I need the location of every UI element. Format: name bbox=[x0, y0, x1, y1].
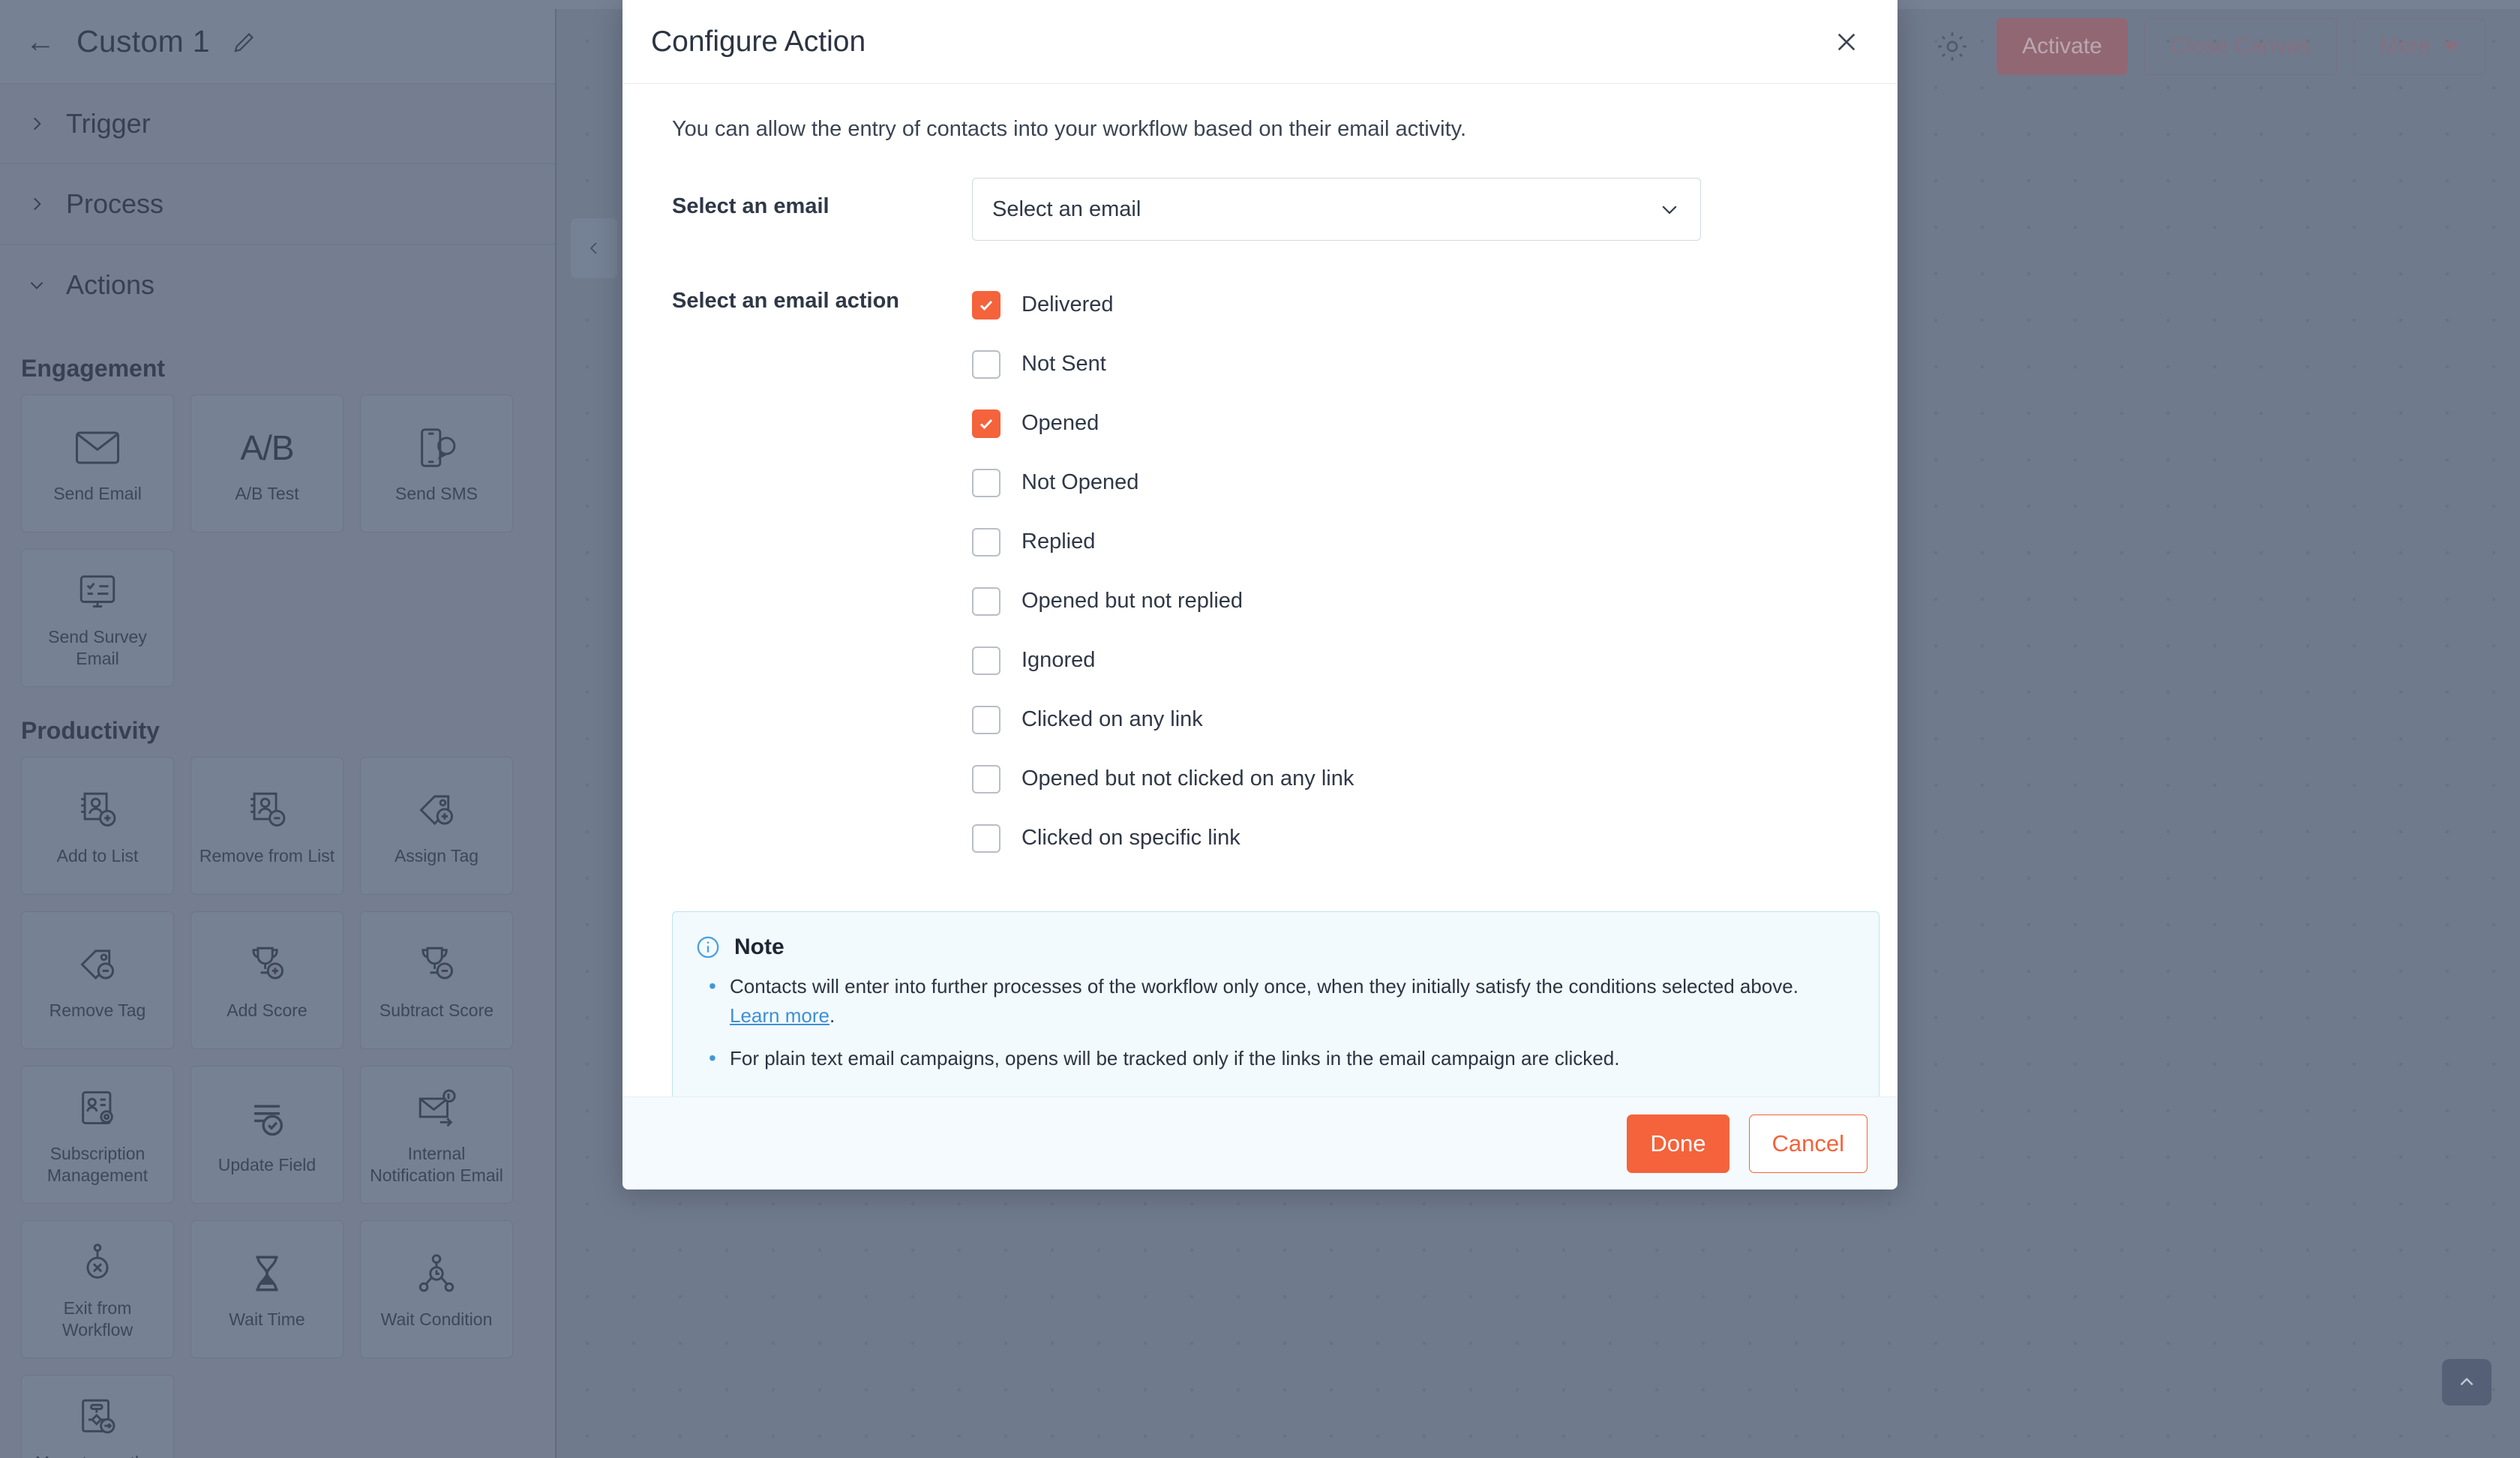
checkbox-ignored[interactable] bbox=[972, 646, 1000, 675]
checkbox-row-opened-but-not-clicked-on-any-link[interactable]: Opened but not clicked on any link bbox=[972, 749, 1354, 808]
note-bullet-1-text: Contacts will enter into further process… bbox=[730, 975, 1798, 998]
note-title: Note bbox=[734, 934, 784, 959]
note-bullet-list: Contacts will enter into further process… bbox=[695, 970, 1852, 1074]
note-bullet-1: Contacts will enter into further process… bbox=[709, 970, 1852, 1030]
modal-header: Configure Action bbox=[622, 0, 1898, 84]
modal-intro-text: You can allow the entry of contacts into… bbox=[672, 117, 1467, 141]
done-button[interactable]: Done bbox=[1627, 1114, 1730, 1173]
checkbox-replied[interactable] bbox=[972, 527, 1000, 556]
modal-body: You can allow the entry of contacts into… bbox=[622, 84, 1898, 1096]
configure-action-modal: Configure Action You can allow the entry… bbox=[622, 0, 1898, 1190]
info-icon bbox=[695, 934, 721, 960]
checkbox-label: Opened bbox=[1022, 411, 1100, 435]
checkbox-not-sent[interactable] bbox=[972, 350, 1000, 379]
checkbox-clicked-on-any-link[interactable] bbox=[972, 705, 1000, 734]
select-email-action-row: Select an email action Delivered Not Sen… bbox=[651, 275, 1869, 868]
checkbox-label: Not Opened bbox=[1022, 470, 1139, 494]
checkbox-row-replied[interactable]: Replied bbox=[972, 512, 1354, 572]
note-header: Note bbox=[695, 934, 1852, 960]
note-bullet-2: For plain text email campaigns, opens wi… bbox=[709, 1042, 1852, 1074]
checkbox-opened-but-not-replied[interactable] bbox=[972, 586, 1000, 616]
checkbox-row-ignored[interactable]: Ignored bbox=[972, 631, 1354, 690]
checkbox-row-not-sent[interactable]: Not Sent bbox=[972, 334, 1354, 394]
note-panel: Note Contacts will enter into further pr… bbox=[672, 911, 1880, 1096]
checkbox-label: Replied bbox=[1022, 530, 1096, 554]
checkbox-label: Clicked on any link bbox=[1022, 707, 1203, 731]
checkbox-label: Not Sent bbox=[1022, 352, 1106, 376]
select-email-value: Select an email bbox=[992, 196, 1142, 221]
checkbox-row-clicked-on-any-link[interactable]: Clicked on any link bbox=[972, 690, 1354, 749]
checkbox-opened-but-not-clicked-on-any-link[interactable] bbox=[972, 764, 1000, 794]
checkbox-row-delivered[interactable]: Delivered bbox=[972, 275, 1354, 334]
learn-more-link[interactable]: Learn more bbox=[730, 1004, 830, 1027]
checkbox-row-opened-but-not-replied[interactable]: Opened but not replied bbox=[972, 572, 1354, 631]
checkbox-row-clicked-on-specific-link[interactable]: Clicked on specific link bbox=[972, 808, 1354, 868]
checkbox-label: Delivered bbox=[1022, 292, 1114, 316]
checkbox-delivered[interactable] bbox=[972, 290, 1000, 320]
select-email-action-label: Select an email action bbox=[672, 289, 900, 313]
modal-footer: Done Cancel bbox=[622, 1096, 1898, 1190]
checkbox-row-not-opened[interactable]: Not Opened bbox=[972, 453, 1354, 512]
checkbox-opened[interactable] bbox=[972, 409, 1000, 438]
note-bullet-1-suffix: . bbox=[829, 1004, 836, 1027]
checkbox-row-opened[interactable]: Opened bbox=[972, 394, 1354, 453]
email-action-checkbox-list: Delivered Not Sent Opened Not Opened Rep… bbox=[972, 275, 1354, 868]
checkbox-label: Opened but not replied bbox=[1022, 589, 1244, 613]
chevron-down-icon bbox=[1658, 198, 1681, 220]
checkbox-label: Clicked on specific link bbox=[1022, 826, 1240, 850]
checkbox-label: Opened but not clicked on any link bbox=[1022, 766, 1354, 790]
modal-title: Configure Action bbox=[651, 25, 866, 58]
select-email-label: Select an email bbox=[672, 194, 830, 218]
cancel-button[interactable]: Cancel bbox=[1748, 1114, 1868, 1173]
checkbox-clicked-on-specific-link[interactable] bbox=[972, 824, 1000, 853]
close-icon[interactable] bbox=[1824, 20, 1869, 64]
select-email-row: Select an email Select an email bbox=[651, 178, 1869, 241]
select-email-dropdown[interactable]: Select an email bbox=[972, 178, 1701, 241]
checkbox-not-opened[interactable] bbox=[972, 468, 1000, 497]
checkbox-label: Ignored bbox=[1022, 648, 1096, 672]
